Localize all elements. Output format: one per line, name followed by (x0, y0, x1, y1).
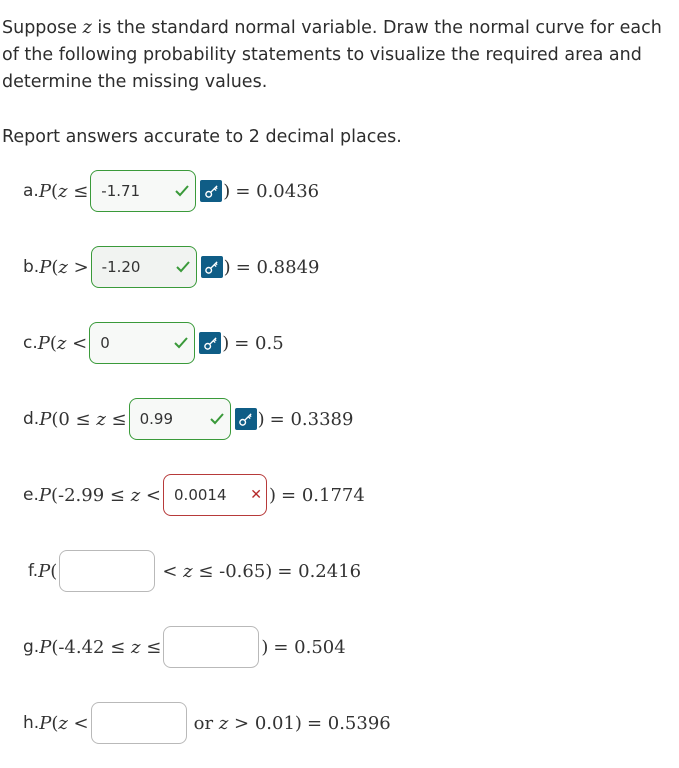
key-icon[interactable] (200, 180, 223, 202)
result-a: = 0.0436 (235, 180, 320, 202)
prob-expression-h: P(z < (39, 712, 89, 734)
answer-input-a[interactable]: -1.71 (90, 170, 197, 212)
intro-text-end: is the standard normal variable. Draw th… (2, 18, 662, 92)
check-icon (174, 337, 188, 349)
row-label-d: d. (23, 409, 40, 429)
prob-expression-h-post: or z > 0.01) (193, 712, 302, 734)
prob-expression-f-post: < z ≤ -0.65) (162, 560, 273, 582)
result-g: = 0.504 (273, 636, 346, 658)
row-label-e: e. (23, 485, 39, 505)
question-row-f: f. P( < z ≤ -0.65) = 0.2416 (28, 548, 361, 594)
key-icon[interactable] (200, 256, 223, 278)
close-paren-c: ) (222, 332, 230, 354)
question-row-h: h. P(z < or z > 0.01) = 0.5396 (23, 700, 391, 746)
question-row-g: g. P(-4.42 ≤ z ≤ ) = 0.504 (23, 624, 346, 670)
close-paren-b: ) (223, 256, 231, 278)
result-c: = 0.5 (234, 332, 284, 354)
answer-input-e[interactable]: 0.0014 ✕ (163, 474, 268, 516)
prob-expression-e: P(-2.99 ≤ z < (38, 484, 162, 506)
row-label-a: a. (23, 181, 39, 201)
prob-expression-c: P(z < (37, 332, 88, 354)
variable-z: z (82, 18, 92, 38)
x-mark-icon: ✕ (250, 487, 263, 503)
result-f: = 0.2416 (277, 560, 362, 582)
answer-input-c[interactable]: 0 (89, 322, 196, 364)
answer-input-g[interactable] (163, 626, 260, 668)
result-d: = 0.3389 (269, 408, 354, 430)
prob-expression-d: P(0 ≤ z ≤ (39, 408, 127, 430)
answer-input-h[interactable] (90, 702, 187, 744)
question-row-c: c. P(z < 0 ) = 0.5 (23, 320, 284, 366)
close-paren-d: ) (257, 408, 265, 430)
prob-expression-b: P(z > (39, 256, 89, 278)
close-paren-g: ) (261, 636, 269, 658)
prob-expression-f: P( (38, 560, 58, 582)
question-row-a: a. P(z ≤ -1.71 ) = 0.0436 (23, 168, 319, 214)
row-label-h: h. (23, 713, 40, 733)
result-e: = 0.1774 (281, 484, 365, 506)
instruction-text: Report answers accurate to 2 decimal pla… (2, 127, 402, 147)
question-row-d: d. P(0 ≤ z ≤ 0.99 ) = 0.3389 (23, 396, 353, 442)
result-h: = 0.5396 (306, 712, 391, 734)
question-row-e: e. P(-2.99 ≤ z < 0.0014 ✕ ) = 0.1774 (23, 472, 365, 518)
answer-input-d[interactable]: 0.99 (128, 398, 231, 440)
question-text: Suppose z is the standard normal variabl… (2, 15, 672, 96)
intro-text-start: Suppose (2, 18, 83, 38)
check-icon (175, 261, 190, 273)
prob-expression-a: P(z ≤ (38, 180, 89, 202)
row-label-g: g. (23, 637, 40, 657)
answer-input-b[interactable]: -1.20 (90, 246, 197, 288)
close-paren-e: ) (269, 484, 277, 506)
row-label-c: c. (23, 333, 38, 353)
question-row-b: b. P(z > -1.20 ) = 0.8849 (23, 244, 319, 290)
answer-input-f[interactable] (59, 550, 156, 592)
close-paren-a: ) (223, 180, 231, 202)
row-label-b: b. (23, 257, 40, 277)
row-label-f: f. (28, 561, 39, 581)
prob-expression-g: P(-4.42 ≤ z ≤ (39, 636, 162, 658)
check-icon (209, 413, 224, 425)
result-b: = 0.8849 (235, 256, 320, 278)
key-icon[interactable] (234, 408, 257, 430)
key-icon[interactable] (199, 332, 222, 354)
check-icon (175, 185, 190, 197)
